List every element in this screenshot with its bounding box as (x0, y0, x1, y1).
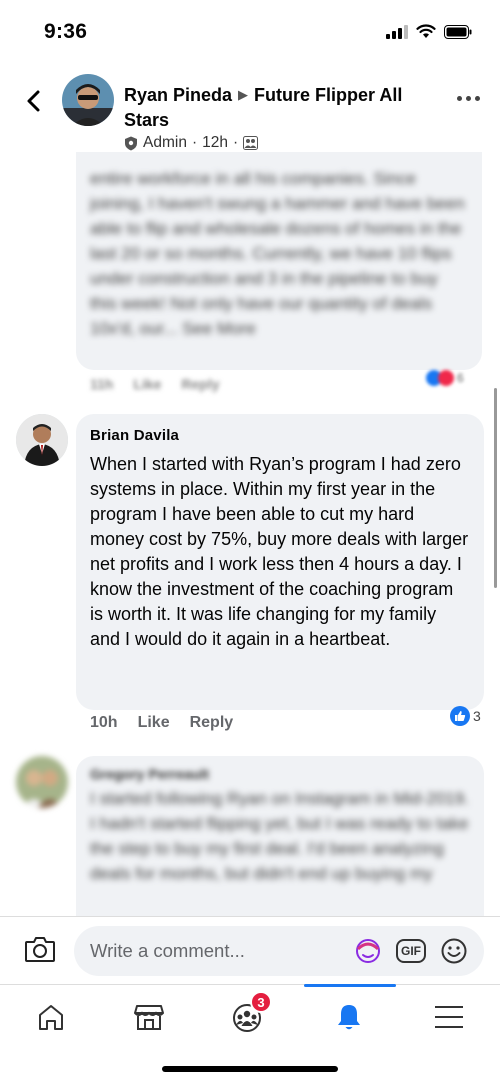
love-reaction-icon (438, 370, 454, 386)
meta-separator: · (191, 134, 198, 151)
marketplace-icon (134, 1005, 164, 1030)
tab-menu[interactable] (424, 997, 474, 1037)
groups-badge: 3 (250, 991, 272, 1013)
reaction-count: 3 (473, 708, 481, 724)
more-dot-icon (475, 96, 480, 101)
avatar-photo-icon (62, 74, 114, 126)
next-comment-text: I started following Ryan on Instagram in… (90, 789, 469, 883)
camera-button[interactable] (24, 935, 56, 968)
group-privacy-icon (243, 136, 259, 150)
scrollbar[interactable] (494, 388, 497, 588)
comment-composer: Write a comment... GIF (0, 916, 500, 984)
avatar-photo-icon (16, 756, 68, 808)
signal-icon (386, 24, 408, 39)
tab-marketplace[interactable] (124, 997, 174, 1037)
previous-comment-bubble[interactable]: entire workforce in all his companies. S… (76, 152, 482, 370)
previous-reply-button[interactable]: Reply (181, 376, 219, 392)
previous-reactions[interactable]: 6 (426, 370, 464, 386)
wifi-icon (416, 24, 436, 38)
previous-like-button[interactable]: Like (133, 376, 161, 392)
comment-bubble[interactable]: Brian Davila When I started with Ryan’s … (76, 414, 484, 710)
previous-comment-text: entire workforce in all his companies. S… (90, 169, 465, 338)
author-avatar[interactable] (62, 74, 114, 126)
more-options-button[interactable] (457, 96, 480, 101)
more-dot-icon (457, 96, 462, 101)
previous-comment-actions: 11h Like Reply (90, 376, 220, 392)
author-name[interactable]: Ryan Pineda (124, 85, 232, 105)
like-reaction-icon (450, 706, 470, 726)
admin-label: Admin (143, 134, 187, 151)
composer-icons: GIF (354, 937, 468, 965)
home-icon (39, 1005, 63, 1030)
active-tab-indicator (304, 984, 396, 987)
next-comment-bubble[interactable]: Gregory Perreault I started following Ry… (76, 756, 484, 916)
comment-reactions[interactable]: 3 (450, 706, 481, 726)
camera-icon (25, 937, 55, 962)
more-dot-icon (466, 96, 471, 101)
gif-label: GIF (401, 944, 421, 958)
bell-icon (338, 1005, 360, 1030)
post-meta: Admin · 12h · (124, 134, 259, 152)
reply-button[interactable]: Reply (190, 714, 234, 732)
comment-text: When I started with Ryan’s program I had… (90, 454, 469, 649)
comment-time: 10h (90, 714, 118, 731)
comment-input-placeholder: Write a comment... (90, 940, 245, 961)
post-header: Ryan Pineda ▶ Future Flipper All Stars Adm… (0, 62, 500, 152)
tab-groups[interactable]: 3 (222, 991, 272, 1037)
tab-home[interactable] (26, 997, 76, 1037)
next-comment-author[interactable]: Gregory Perreault (90, 766, 470, 782)
home-indicator (162, 1066, 338, 1072)
commenter-avatar[interactable] (16, 414, 68, 466)
like-button[interactable]: Like (138, 714, 170, 732)
previous-reaction-count: 6 (457, 371, 464, 385)
status-icons (386, 24, 472, 39)
post-title: Ryan Pineda ▶ Future Flipper All Stars (124, 82, 434, 133)
hamburger-menu-icon (435, 1006, 463, 1028)
triangle-right-icon: ▶ (238, 87, 249, 102)
comment-author[interactable]: Brian Davila (90, 426, 470, 446)
battery-icon (444, 24, 472, 39)
comment-actions: 10h Like Reply (90, 714, 233, 732)
status-bar: 9:36 (0, 0, 500, 62)
meta-separator-2: · (232, 134, 239, 151)
tab-notifications[interactable] (324, 997, 374, 1037)
post-time[interactable]: 12h (202, 134, 228, 152)
avatar-sticker-icon[interactable] (354, 937, 382, 965)
avatar-photo-icon (16, 414, 68, 466)
admin-shield-icon (125, 136, 137, 150)
emoji-icon[interactable] (440, 937, 468, 965)
back-button[interactable] (18, 86, 48, 116)
previous-comment-time: 11h (90, 376, 114, 392)
gif-button[interactable]: GIF (396, 939, 426, 963)
status-time: 9:36 (44, 20, 88, 43)
next-commenter-avatar[interactable] (16, 756, 68, 808)
chevron-left-icon (27, 90, 40, 112)
